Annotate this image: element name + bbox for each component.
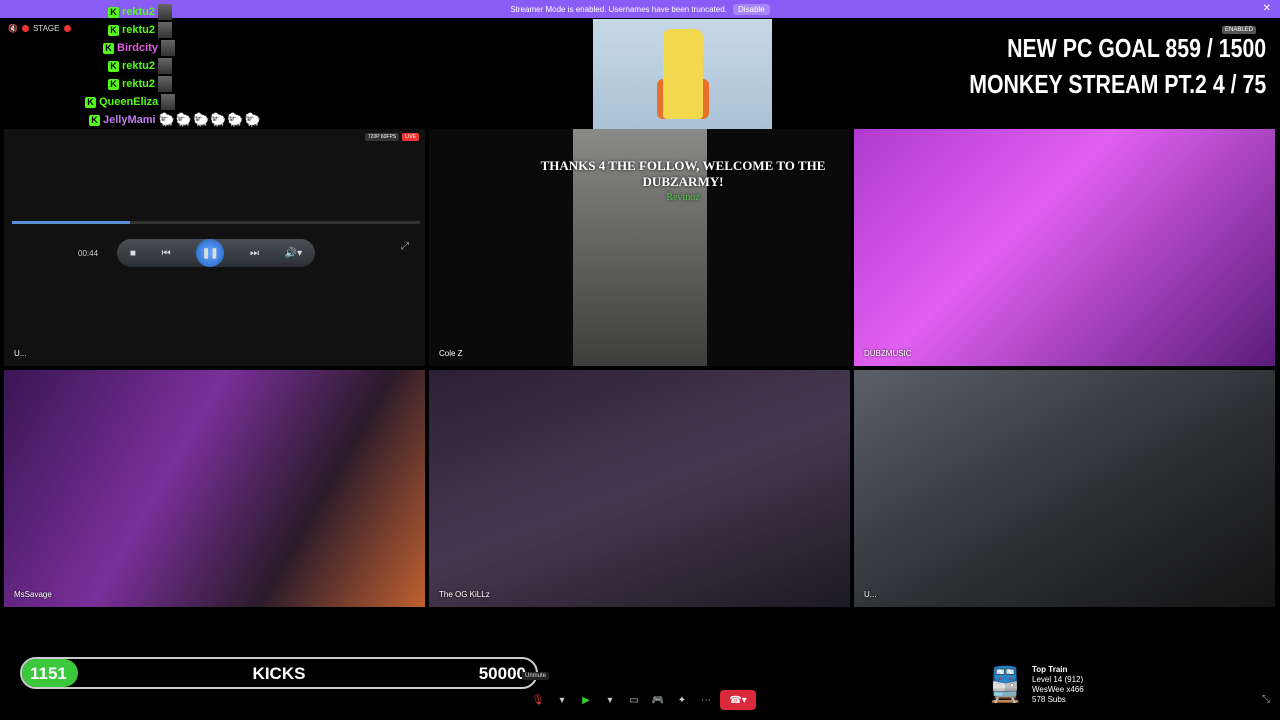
video-tile[interactable]: 720P 60FPS LIVE 00:44 ■ ⏮ ❚❚ ⏭ 🔊▾ ⤢ U...	[4, 129, 425, 366]
stage-indicator: 🔇 STAGE	[8, 24, 71, 33]
monkey-goal-text: MONKEY STREAM PT.2 4 / 75	[969, 69, 1266, 99]
record-dot-icon	[63, 25, 71, 32]
unmute-tooltip: Unmute	[522, 672, 550, 680]
screen-share-icon[interactable]: ▭	[624, 690, 644, 710]
call-toolbar: 🎙 ▾ ▶ ▾ ▭ 🎮 ✦ ⋯ ☎▾	[528, 688, 756, 712]
streamer-mode-banner: Streamer Mode is enabled. Usernames have…	[0, 0, 1280, 18]
train-title: Top Train	[1032, 665, 1068, 674]
tile-label: The OG KiLLz	[439, 590, 490, 599]
pause-icon[interactable]: ❚❚	[196, 239, 225, 267]
train-icon: 🚆	[984, 666, 1027, 704]
train-level: Level 14 (912)	[1032, 675, 1084, 684]
chat-username: rektu2	[122, 24, 156, 36]
chat-emotes: 🐑🐑🐑🐑🐑🐑	[158, 112, 262, 127]
stop-icon[interactable]: ■	[130, 248, 136, 259]
kicks-target: 50000	[478, 664, 526, 683]
tile-label: Cole Z	[439, 349, 463, 358]
expand-icon[interactable]: ⤢	[401, 241, 409, 252]
train-leader: WesWee x466	[1032, 685, 1084, 694]
chevron-down-icon[interactable]: ▾	[600, 690, 620, 710]
goals-overlay: NEW PC GOAL 859 / 1500 MONKEY STREAM PT.…	[969, 30, 1266, 102]
train-subs: 578 Subs	[1032, 695, 1066, 704]
video-tile[interactable]: U...	[854, 370, 1275, 607]
avatar	[158, 22, 173, 38]
avatar	[161, 94, 176, 110]
cartoon-figure	[663, 29, 703, 119]
avatar	[158, 76, 173, 92]
hangup-button[interactable]: ☎▾	[720, 690, 756, 710]
follow-alert: THANKS 4 THE FOLLOW, WELCOME TO THE DUBZ…	[540, 158, 826, 206]
stage-label: STAGE	[32, 24, 60, 33]
chat-line: K JellyMami 🐑🐑🐑🐑🐑🐑	[89, 112, 262, 128]
chat-username: rektu2	[122, 78, 156, 90]
avatar	[158, 4, 173, 20]
fullscreen-icon[interactable]: ⤡	[1262, 694, 1270, 705]
avatar	[158, 58, 173, 74]
chat-line: K QueenEliza	[85, 94, 176, 110]
tile-label: U...	[864, 590, 877, 599]
pc-goal-text: NEW PC GOAL 859 / 1500	[1006, 33, 1266, 63]
gif-overlay	[593, 19, 772, 130]
chat-line: K rektu2	[108, 58, 173, 74]
chat-username: QueenEliza	[99, 96, 159, 108]
kicks-label: KICKS	[252, 664, 306, 683]
chevron-down-icon[interactable]: ▾	[552, 690, 572, 710]
soundboard-icon[interactable]: ✦	[672, 690, 692, 710]
tile-label: DUBZMUSIC	[864, 349, 912, 358]
close-icon[interactable]: ✕	[1263, 3, 1271, 14]
previous-icon[interactable]: ⏮	[162, 248, 171, 259]
chat-username: rektu2	[122, 6, 156, 18]
follow-message: THANKS 4 THE FOLLOW, WELCOME TO THE DUBZ…	[540, 158, 826, 189]
chat-username: rektu2	[122, 60, 156, 72]
player-badges: 720P 60FPS LIVE	[364, 133, 419, 141]
media-controls: ■ ⏮ ❚❚ ⏭ 🔊▾	[117, 239, 315, 267]
activity-icon[interactable]: 🎮	[648, 690, 668, 710]
tile-label: U...	[14, 349, 27, 358]
video-tile[interactable]: The OG KiLLz	[429, 370, 850, 607]
disable-button[interactable]: Disable	[732, 3, 770, 15]
mic-muted-icon[interactable]: 🎙	[528, 690, 548, 710]
banner-text: Streamer Mode is enabled. Usernames have…	[510, 4, 727, 14]
kick-badge-icon: K	[89, 114, 100, 126]
kick-badge-icon: K	[108, 6, 119, 18]
seek-bar[interactable]	[12, 221, 420, 224]
kick-badge-icon: K	[108, 78, 119, 90]
chat-line: K rektu2	[108, 4, 173, 20]
next-icon[interactable]: ⏭	[250, 248, 259, 259]
quality-badge: 720P 60FPS	[364, 133, 400, 141]
kick-badge-icon: K	[108, 24, 119, 36]
camera-icon[interactable]: ▶	[576, 690, 596, 710]
avatar	[160, 40, 175, 56]
follower-name: Revinoz	[666, 192, 700, 203]
chat-username: JellyMami	[103, 114, 156, 126]
video-tile[interactable]: DUBZMUSIC	[854, 129, 1275, 366]
chat-line: K rektu2	[108, 22, 173, 38]
chat-line: K Birdcity	[103, 40, 175, 56]
kicks-goal-bar: 1151 KICKS 50000	[20, 657, 538, 689]
video-tile[interactable]: MsSavage	[4, 370, 425, 607]
train-info: Top Train Level 14 (912) WesWee x466 578…	[1032, 665, 1084, 705]
kick-badge-icon: K	[108, 60, 119, 72]
playback-time: 00:44	[78, 249, 99, 258]
volume-icon[interactable]: 🔊▾	[285, 248, 302, 259]
tile-label: MsSavage	[14, 590, 52, 599]
chat-line: K rektu2	[108, 76, 173, 92]
live-badge: LIVE	[402, 133, 419, 141]
speaker-icon: 🔇	[8, 24, 18, 33]
kick-badge-icon: K	[85, 96, 96, 108]
seek-progress	[12, 221, 131, 224]
kick-badge-icon: K	[103, 42, 114, 54]
more-icon[interactable]: ⋯	[696, 690, 716, 710]
record-dot-icon	[21, 25, 29, 32]
top-train-widget: 🚆 Top Train Level 14 (912) WesWee x466 5…	[984, 665, 1084, 705]
chat-username: Birdcity	[117, 42, 158, 54]
